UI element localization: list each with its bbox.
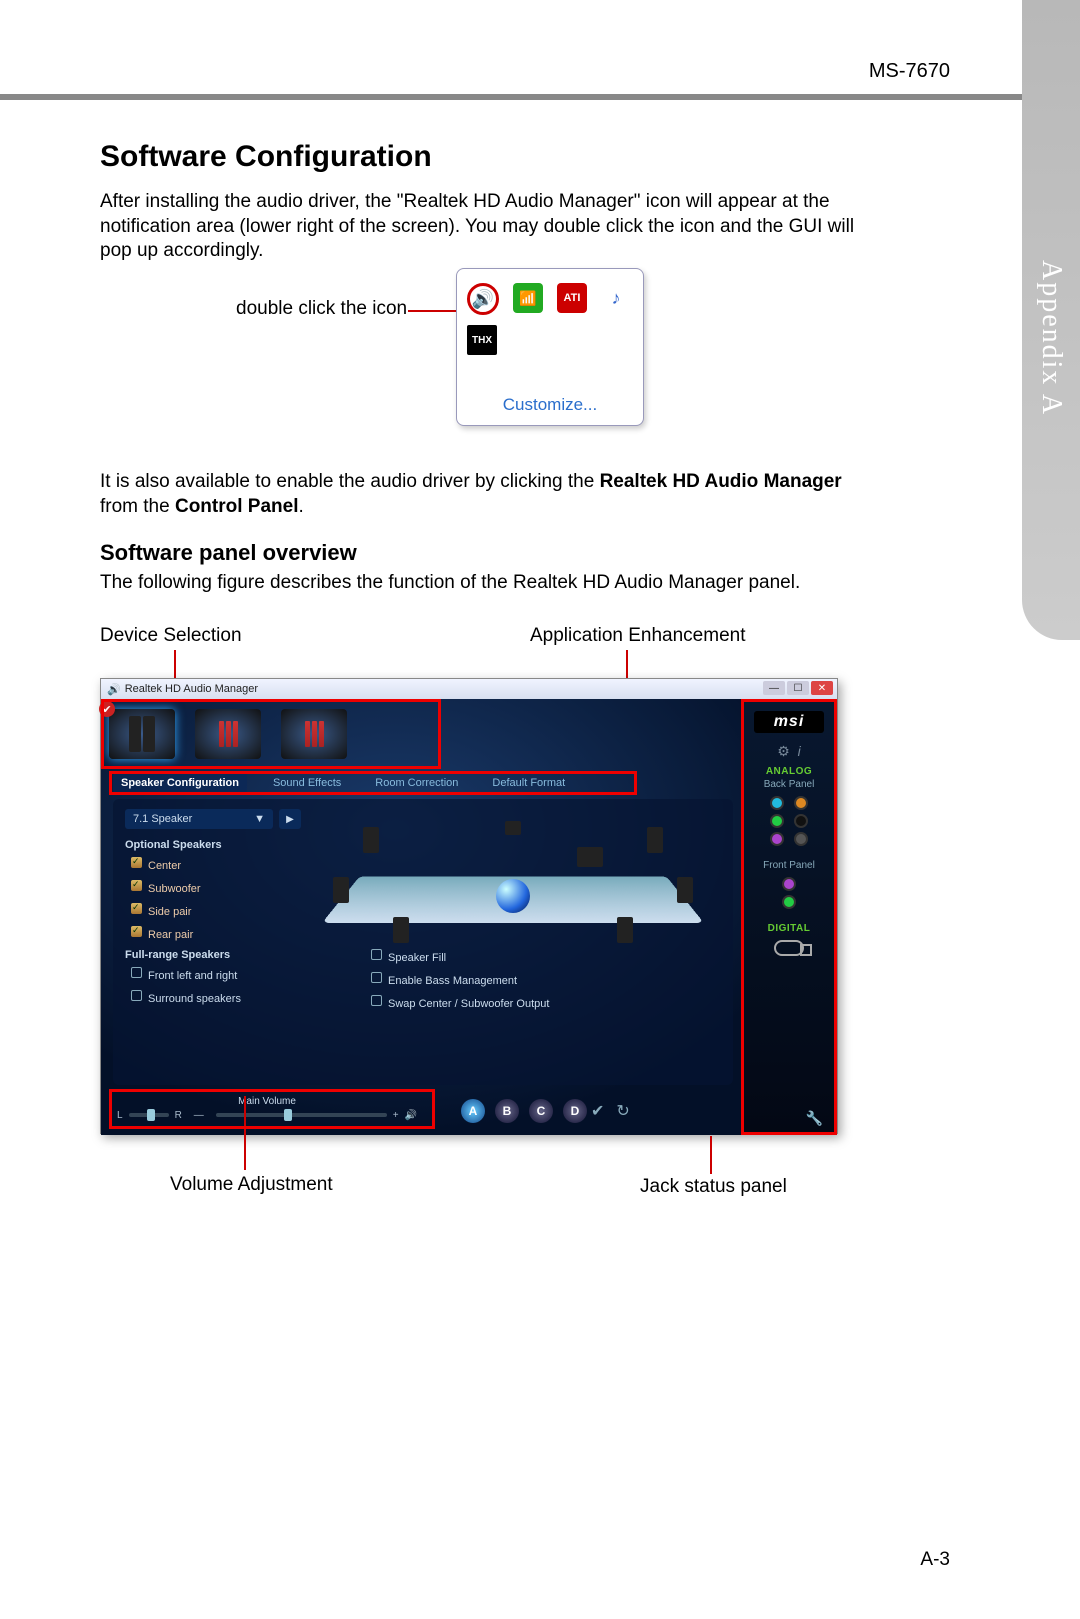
highlight-device-selection [101,699,441,769]
paragraph-2: It is also available to enable the audio… [100,470,880,519]
checkbox-icon [131,967,142,978]
tray-popup: 🔊 📶 ATI ♪ THX Customize... [456,268,644,426]
chk-surround[interactable]: Surround speakers [131,990,241,1007]
apply-reset-icons: ✔ ↻ [591,1101,630,1121]
checkbox-icon [131,857,142,868]
checkbox-icon [371,949,382,960]
intro-paragraph: After installing the audio driver, the "… [100,190,880,264]
optional-speakers-label: Optional Speakers [125,839,222,851]
window-title: Realtek HD Audio Manager [125,683,258,695]
label-device-selection: Device Selection [100,625,242,647]
p2a: It is also available to enable the audio… [100,471,600,492]
chk-front-lr[interactable]: Front left and right [131,967,241,984]
label-volume-adjustment: Volume Adjustment [170,1174,333,1196]
header-model: MS-7670 [869,60,950,83]
chk-swap-center[interactable]: Swap Center / Subwoofer Output [371,995,549,1012]
appendix-tab: Appendix A [1022,0,1080,640]
chk-center[interactable]: Center [131,857,201,874]
minimize-button[interactable]: — [763,681,785,695]
speaker-icon[interactable] [363,827,379,853]
close-button[interactable]: ✕ [811,681,833,695]
tray-customize-link[interactable]: Customize... [457,395,643,415]
speaker-icon[interactable] [617,917,633,943]
p2d: Control Panel [175,496,299,517]
speaker-stage [323,817,703,937]
checkbox-icon [371,972,382,983]
app-body: ✔ Speaker Configuration Sound Effects Ro… [101,699,837,1135]
chk-side-pair[interactable]: Side pair [131,903,201,920]
checkbox-icon [131,990,142,1001]
paragraph-3: The following figure describes the funct… [100,572,880,594]
checkbox-icon [131,926,142,937]
chk-subwoofer[interactable]: Subwoofer [131,880,201,897]
maximize-button[interactable]: ☐ [787,681,809,695]
page-number: A-3 [920,1549,950,1571]
fullrange-list: Front left and right Surround speakers [131,967,241,1013]
chk-speaker-fill[interactable]: Speaker Fill [371,949,549,966]
realtek-window: 🔊 Realtek HD Audio Manager — ☐ ✕ ✔ Speak… [100,678,838,1134]
leader-jack [710,1136,712,1174]
speaker-icon[interactable] [393,917,409,943]
speaker-mode-select[interactable]: 7.1 Speaker ▼ [125,809,273,829]
speaker-icon[interactable] [647,827,663,853]
section-title: Software Configuration [100,140,432,174]
speaker-mode-value: 7.1 Speaker [133,813,192,825]
chk-bass-mgmt[interactable]: Enable Bass Management [371,972,549,989]
ati-icon[interactable]: ATI [557,283,587,313]
extra-options: Speaker Fill Enable Bass Management Swap… [371,949,549,1018]
subwoofer-icon[interactable] [577,847,603,867]
label-app-enhancement: Application Enhancement [530,625,745,647]
label-jack-status: Jack status panel [640,1176,787,1198]
preset-buttons: A B C D [461,1099,587,1123]
header-divider [0,94,1080,100]
checkbox-icon [131,903,142,914]
highlight-app-enhancement [109,771,637,795]
appendix-label: Appendix A [1035,260,1067,416]
chk-rear-pair[interactable]: Rear pair [131,926,201,943]
preset-b[interactable]: B [495,1099,519,1123]
p2b: Realtek HD Audio Manager [600,471,842,492]
main-panel: 7.1 Speaker ▼ ▶ Optional Speakers Center… [113,799,733,1085]
window-titlebar: 🔊 Realtek HD Audio Manager — ☐ ✕ [101,679,837,699]
checkbox-icon [371,995,382,1006]
subsection-title: Software panel overview [100,540,357,566]
apply-icon[interactable]: ✔ [591,1101,604,1121]
speaker-icon[interactable] [677,877,693,903]
chevron-down-icon: ▼ [254,813,265,825]
preset-c[interactable]: C [529,1099,553,1123]
fullrange-label: Full-range Speakers [125,949,230,961]
thx-icon[interactable]: THX [467,325,497,355]
preset-a[interactable]: A [461,1099,485,1123]
center-speaker-icon[interactable] [505,821,521,835]
callout-doubleclick: double click the icon [236,298,407,320]
p2e: . [299,496,304,517]
tray-device-icon[interactable]: 📶 [513,283,543,313]
tray-media-icon[interactable]: ♪ [601,283,631,313]
preset-d[interactable]: D [563,1099,587,1123]
p2c: from the [100,496,175,517]
optional-speakers-list: Center Subwoofer Side pair Rear pair [131,857,201,949]
highlight-volume [109,1089,435,1129]
titlebar-icon: 🔊 [107,683,121,696]
speaker-icon[interactable] [333,877,349,903]
play-test-button[interactable]: ▶ [279,809,301,829]
checkbox-icon [131,880,142,891]
reset-icon[interactable]: ↻ [616,1101,629,1121]
highlight-jack-panel [741,699,837,1135]
realtek-speaker-icon[interactable]: 🔊 [467,283,499,315]
